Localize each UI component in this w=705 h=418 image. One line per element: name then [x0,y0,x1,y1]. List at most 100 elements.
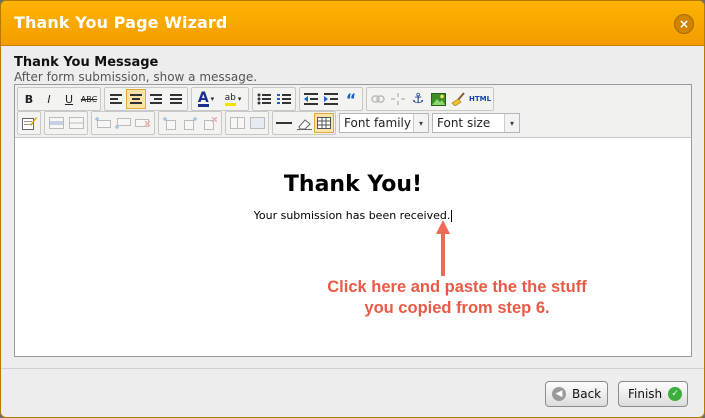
chevron-down-icon: ▾ [413,114,428,132]
merge-cells-button[interactable] [247,113,267,133]
insert-col-after-button[interactable] [180,113,200,133]
insert-row-after-button[interactable] [113,113,133,133]
align-center-button[interactable] [126,89,146,109]
image-icon [430,92,446,106]
checkmark-icon: ✓ [668,387,683,401]
thank-you-heading: Thank You! [283,172,423,197]
message-body: Your submission has been received. [15,209,691,222]
table-row-group [44,111,88,135]
horizontal-rule-button[interactable] [274,113,294,133]
link-group: ⚓ HTML [366,87,494,111]
indent-group: “ [299,87,363,111]
back-label: Back [572,387,602,401]
blockquote-button[interactable]: “ [341,89,361,109]
chevron-down-icon: ▾ [210,95,215,103]
insert-image-button[interactable] [428,89,448,109]
rich-text-editor: B I U ABC A ▾ ab ▾ “ ⚓ HTML Font family … [14,84,692,357]
finish-label: Finish [628,387,663,401]
underline-button[interactable]: U [59,89,79,109]
insert-row-before-icon [95,117,111,128]
font-family-label: Font family [344,116,411,130]
bold-button[interactable]: B [19,89,39,109]
annotation-callout: Click here and paste the the stuff you c… [280,277,634,319]
table-columns-group [158,111,222,135]
delete-row-button[interactable] [133,113,153,133]
table-row-icon [48,117,64,129]
annotation-line-1: Click here and paste the the stuff [327,278,587,296]
close-icon[interactable]: × [674,14,694,34]
link-icon [371,95,385,103]
numbered-list-button[interactable] [274,89,294,109]
justify-icon [170,94,182,104]
row-properties-button[interactable] [46,113,66,133]
chevron-down-icon: ▾ [237,95,242,103]
annotation-arrow-icon [436,220,450,276]
table-button[interactable] [314,113,334,133]
outdent-button[interactable] [301,89,321,109]
align-right-icon [150,94,162,104]
indent-icon [324,93,338,105]
footer-divider [1,368,704,369]
remove-format-button[interactable] [294,113,314,133]
insert-row-after-icon [115,118,131,129]
text-style-group: B I U ABC [17,87,101,111]
justify-button[interactable] [166,89,186,109]
html-source-button[interactable]: HTML [468,89,492,109]
insert-column-after-icon [184,116,197,130]
eraser-icon [296,118,312,130]
align-left-icon [110,94,122,104]
section-title: Thank You Message [14,55,159,70]
link-button[interactable] [368,89,388,109]
toolbar-row-2: Font family ▾ Font size ▾ [17,111,523,135]
anchor-icon[interactable]: ⚓ [408,89,428,109]
align-center-icon [130,94,142,104]
thank-you-wizard-dialog: Thank You Page Wizard × Thank You Messag… [0,0,705,418]
editor-toolbar: B I U ABC A ▾ ab ▾ “ ⚓ HTML Font family … [15,85,691,138]
merge-cells-icon [249,117,265,129]
horizontal-rule-icon [276,122,292,124]
finish-button[interactable]: Finish ✓ [618,381,688,407]
unlink-button[interactable] [388,89,408,109]
font-family-select[interactable]: Font family ▾ [339,113,429,133]
strikethrough-button[interactable]: ABC [79,89,99,109]
table-cell-icon [68,117,84,129]
indent-button[interactable] [321,89,341,109]
alignment-group [104,87,188,111]
font-color-button[interactable]: A ▾ [193,89,219,109]
insert-row-before-button[interactable] [93,113,113,133]
font-size-label: Font size [437,116,491,130]
annotation-line-2: you copied from step 6. [364,299,550,317]
highlight-icon: ab [224,93,236,106]
broom-icon [450,92,465,106]
table-rows-edit-group [91,111,155,135]
delete-row-icon [135,119,151,127]
italic-button[interactable]: I [39,89,59,109]
delete-col-button[interactable] [200,113,220,133]
insert-column-before-icon [163,116,176,130]
outdent-icon [304,93,318,105]
numbered-list-icon [277,94,291,104]
table-icon [317,117,331,129]
list-group [252,87,296,111]
align-right-button[interactable] [146,89,166,109]
back-arrow-icon: ◀ [552,387,566,401]
insert-group [272,111,336,135]
cell-properties-button[interactable] [66,113,86,133]
bullet-list-button[interactable] [254,89,274,109]
dialog-title: Thank You Page Wizard [14,13,228,32]
font-color-icon: A [197,89,209,107]
cleanup-button[interactable] [448,89,468,109]
color-group: A ▾ ab ▾ [191,87,249,111]
split-cells-button[interactable] [227,113,247,133]
back-button[interactable]: ◀ Back [545,381,608,407]
message-text: Your submission has been received. [253,209,451,222]
highlight-color-button[interactable]: ab ▾ [219,89,247,109]
font-size-select[interactable]: Font size ▾ [432,113,520,133]
insert-col-before-button[interactable] [160,113,180,133]
unlink-icon [391,93,405,105]
edit-button[interactable] [19,113,39,133]
edit-icon [21,117,37,130]
edit-group [17,111,41,135]
editor-content-area[interactable]: Thank You! Your submission has been rece… [15,138,691,356]
align-left-button[interactable] [106,89,126,109]
